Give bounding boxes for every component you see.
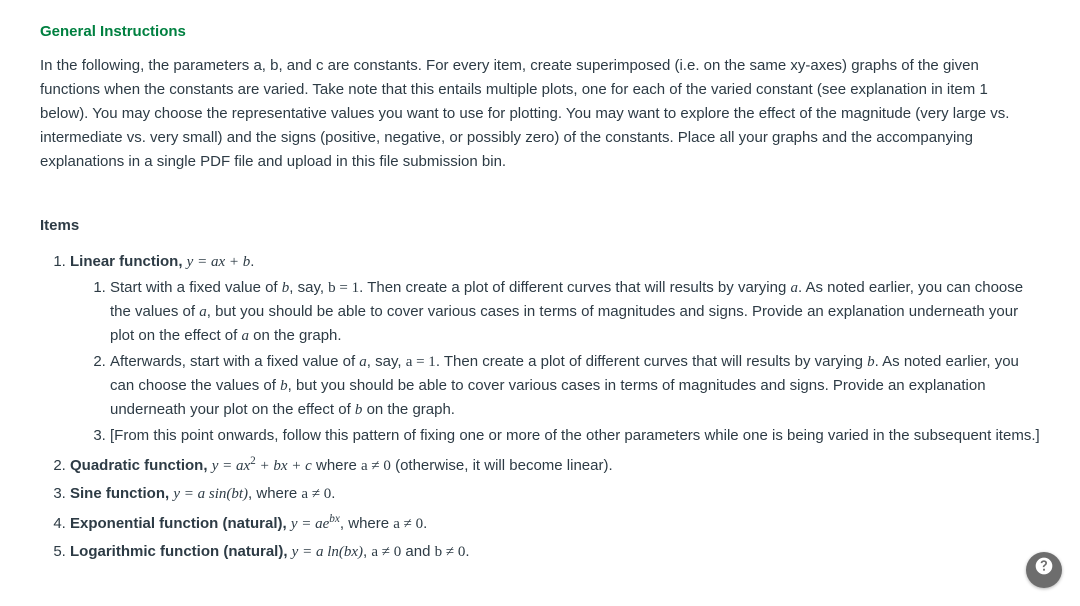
t: . [423,515,427,532]
mv: a [359,354,367,370]
item-2: Quadratic function, y = ax2 + bx + c whe… [70,452,1040,478]
item-1-1: Start with a fixed value of b, say, b = … [110,276,1040,348]
item-3-title: Sine function, [70,485,173,502]
item-1-title-end: . [250,253,254,270]
item-1: Linear function, y = ax + b. Start with … [70,250,1040,448]
mv: y = ae [291,516,329,532]
intro-paragraph: In the following, the parameters a, b, a… [40,54,1040,174]
t: where [312,457,361,474]
mv: b ≠ 0 [435,544,466,560]
t: , where [340,515,393,532]
mv: y = ax [212,458,250,474]
t: Start with a fixed value of [110,279,282,296]
items-list: Linear function, y = ax + b. Start with … [40,250,1040,564]
item-1-eq: y = ax + b [187,254,251,270]
mv: a [790,280,798,296]
items-heading: Items [40,214,1040,238]
item-5-title: Logarithmic function (natural), [70,543,292,560]
mv: a ≠ 0 [393,516,423,532]
mv: y = a sin(bt) [173,486,248,502]
t: . [465,543,469,560]
mv: y = a ln(bx) [292,544,363,560]
mv: a ≠ 0 [371,544,401,560]
general-instructions-heading: General Instructions [40,20,1040,44]
t: Afterwards, start with a fixed value of [110,353,359,370]
t: . Then create a plot of different curves… [436,353,867,370]
t: , where [248,485,301,502]
item-5: Logarithmic function (natural), y = a ln… [70,540,1040,564]
item-1-3: [From this point onwards, follow this pa… [110,424,1040,448]
t: on the graph. [249,327,342,344]
t: on the graph. [362,401,455,418]
mv: a ≠ 0 [301,486,331,502]
t: (otherwise, it will become linear). [391,457,613,474]
item-2-title: Quadratic function, [70,457,212,474]
help-button[interactable] [1026,552,1062,588]
question-icon [1034,556,1054,584]
item-1-2: Afterwards, start with a fixed value of … [110,350,1040,422]
t: . Then create a plot of different curves… [359,279,790,296]
mv: b = 1 [328,280,359,296]
t: . [331,485,335,502]
mv: a [199,304,207,320]
mv: a ≠ 0 [361,458,391,474]
item-4: Exponential function (natural), y = aebx… [70,510,1040,536]
mv: bx [329,513,340,525]
item-4-title: Exponential function (natural), [70,515,291,532]
t: , say, [289,279,328,296]
item-3: Sine function, y = a sin(bt), where a ≠ … [70,482,1040,506]
mv: b [280,378,288,394]
mv: + bx + c [256,458,312,474]
t: , say, [367,353,406,370]
item-1-title: Linear function, [70,253,187,270]
mv: b [867,354,875,370]
t: and [401,543,434,560]
mv: a = 1 [406,354,436,370]
item-1-sublist: Start with a fixed value of b , say, b = … [70,276,1040,448]
mv: a [241,328,249,344]
